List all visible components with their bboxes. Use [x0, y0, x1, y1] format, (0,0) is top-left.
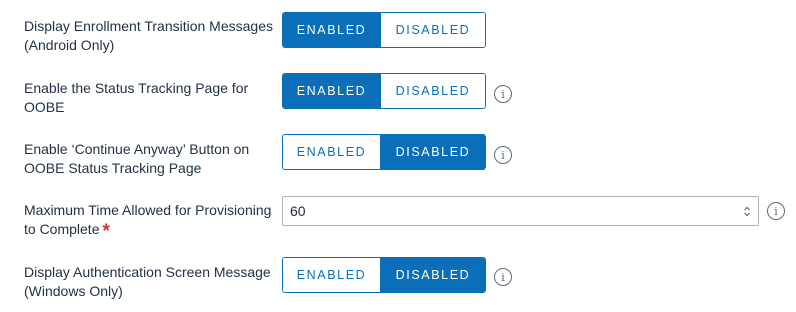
setting-label-text: Maximum Time Allowed for Provisioning to… [24, 202, 272, 237]
enabled-button[interactable]: ENABLED [283, 13, 381, 47]
setting-label: Enable ‘Continue Anyway’ Button on OOBE … [24, 141, 250, 176]
info-icon[interactable]: i [494, 146, 512, 164]
info-icon[interactable]: i [494, 85, 512, 103]
disabled-button[interactable]: DISABLED [381, 74, 485, 108]
info-icon[interactable]: i [494, 268, 512, 286]
setting-label: Enable the Status Tracking Page for OOBE [24, 80, 249, 115]
enabled-button[interactable]: ENABLED [283, 258, 381, 292]
disabled-button[interactable]: DISABLED [381, 258, 485, 292]
setting-label: Maximum Time Allowed for Provisioning to… [24, 201, 274, 242]
setting-label: Display Authentication Screen Message (W… [24, 264, 271, 299]
spinner-icon[interactable] [742, 204, 752, 218]
info-icon[interactable]: i [767, 202, 785, 220]
enrollment-transition-toggle: ENABLED DISABLED [282, 12, 486, 48]
setting-label: Display Enrollment Transition Messages (… [24, 18, 273, 53]
auth-screen-toggle: ENABLED DISABLED [282, 257, 486, 293]
continue-anyway-toggle: ENABLED DISABLED [282, 134, 486, 170]
disabled-button[interactable]: DISABLED [381, 13, 485, 47]
enabled-button[interactable]: ENABLED [283, 74, 381, 108]
max-time-value: 60 [290, 203, 306, 219]
max-time-input[interactable]: 60 [282, 196, 759, 226]
enabled-button[interactable]: ENABLED [283, 135, 381, 169]
status-tracking-toggle: ENABLED DISABLED [282, 73, 486, 109]
disabled-button[interactable]: DISABLED [381, 135, 485, 169]
required-mark: * [102, 221, 110, 242]
